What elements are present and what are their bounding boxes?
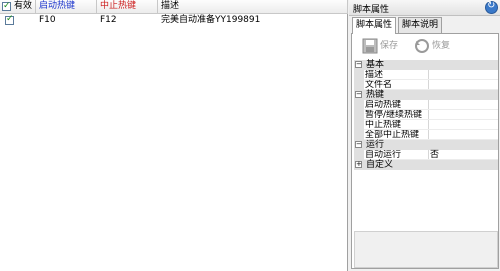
category-label: 热键 [366, 90, 385, 100]
property-name: 文件名 [365, 80, 393, 90]
gutter [354, 120, 364, 130]
restore-button[interactable]: 恢复 [414, 37, 456, 55]
collapse-icon[interactable]: − [355, 141, 362, 148]
property-pause-hotkey[interactable]: 暂停/继续热键 [354, 110, 498, 120]
property-stop-hotkey[interactable]: 中止热键 [354, 120, 498, 130]
properties-panel: 脚本属性 脚本属性 脚本说明 保存 恢复 [349, 0, 500, 271]
enabled-header-label: 有效 [14, 1, 33, 11]
property-value[interactable] [428, 120, 498, 130]
tab-script-properties[interactable]: 脚本属性 [352, 17, 397, 34]
collapse-icon[interactable]: − [355, 91, 362, 98]
property-start-hotkey[interactable]: 启动热键 [354, 100, 498, 110]
property-name: 暂停/继续热键 [365, 110, 423, 120]
save-label: 保存 [380, 41, 399, 51]
category-label: 基本 [366, 60, 385, 70]
panel-title: 脚本属性 [353, 5, 390, 15]
property-value[interactable]: 否 [428, 150, 498, 160]
row-start-hotkey: F10 [39, 15, 56, 25]
restore-label: 恢复 [432, 41, 451, 51]
gutter [354, 130, 364, 140]
gutter [354, 110, 364, 120]
category-label: 运行 [366, 140, 385, 150]
tab-label: 脚本说明 [402, 20, 439, 30]
category-run[interactable]: − 运行 [354, 140, 498, 150]
tab-script-notes[interactable]: 脚本说明 [398, 17, 443, 33]
table-row[interactable]: F10 F12 完美自动准备YY199891 [0, 14, 348, 27]
property-stop-all-hotkey[interactable]: 全部中止热键 [354, 130, 498, 140]
column-header-enabled[interactable]: 有效 [0, 0, 36, 14]
column-header-start-hotkey[interactable]: 启动热键 [36, 0, 97, 14]
property-value[interactable] [428, 80, 498, 90]
column-header-description[interactable]: 描述 [158, 0, 348, 14]
header-checkbox[interactable] [2, 0, 11, 13]
description-header-label: 描述 [161, 1, 180, 11]
panel-titlebar: 脚本属性 [349, 0, 500, 16]
category-basic[interactable]: − 基本 [354, 60, 498, 70]
property-description[interactable]: 描述 [354, 70, 498, 80]
property-autorun[interactable]: 自动运行 否 [354, 150, 498, 160]
property-name: 自动运行 [365, 150, 402, 160]
gutter [354, 100, 364, 110]
gutter [354, 150, 364, 160]
list-header: 有效 启动热键 中止热键 描述 [0, 0, 348, 14]
expand-icon[interactable]: + [355, 161, 362, 168]
refresh-icon[interactable] [485, 0, 498, 14]
script-list: 有效 启动热键 中止热键 描述 F10 F12 完美自动准备YY199891 [0, 0, 348, 271]
save-icon [362, 38, 378, 54]
category-custom[interactable]: + 自定义 [354, 160, 498, 170]
properties-tabpage: 保存 恢复 − 基本 描述 文件名 − 热键 启动热键 暂停/继续热键 中止热键… [351, 33, 499, 269]
property-name: 中止热键 [365, 120, 402, 130]
property-value[interactable] [428, 70, 498, 80]
gutter [354, 80, 364, 90]
property-description-box [354, 231, 498, 268]
property-value[interactable] [428, 130, 498, 140]
category-hotkey[interactable]: − 热键 [354, 90, 498, 100]
property-name: 启动热键 [365, 100, 402, 110]
property-name: 全部中止热键 [365, 130, 420, 140]
column-header-stop-hotkey[interactable]: 中止热键 [97, 0, 158, 14]
property-grid: − 基本 描述 文件名 − 热键 启动热键 暂停/继续热键 中止热键 全部中止热… [354, 60, 498, 170]
stop-hotkey-header-label: 中止热键 [100, 1, 137, 11]
start-hotkey-header-label: 启动热键 [39, 1, 76, 11]
properties-toolbar: 保存 恢复 [352, 34, 498, 59]
property-filename[interactable]: 文件名 [354, 80, 498, 90]
row-stop-hotkey: F12 [100, 15, 117, 25]
category-label: 自定义 [366, 160, 394, 170]
property-value[interactable] [428, 110, 498, 120]
restore-icon [415, 39, 429, 53]
property-value[interactable] [428, 100, 498, 110]
save-button[interactable]: 保存 [362, 37, 404, 55]
collapse-icon[interactable]: − [355, 61, 362, 68]
tab-label: 脚本属性 [356, 20, 393, 30]
gutter [354, 70, 364, 80]
property-name: 描述 [365, 70, 384, 80]
row-description: 完美自动准备YY199891 [161, 15, 261, 25]
row-enabled-checkbox[interactable] [5, 14, 14, 25]
